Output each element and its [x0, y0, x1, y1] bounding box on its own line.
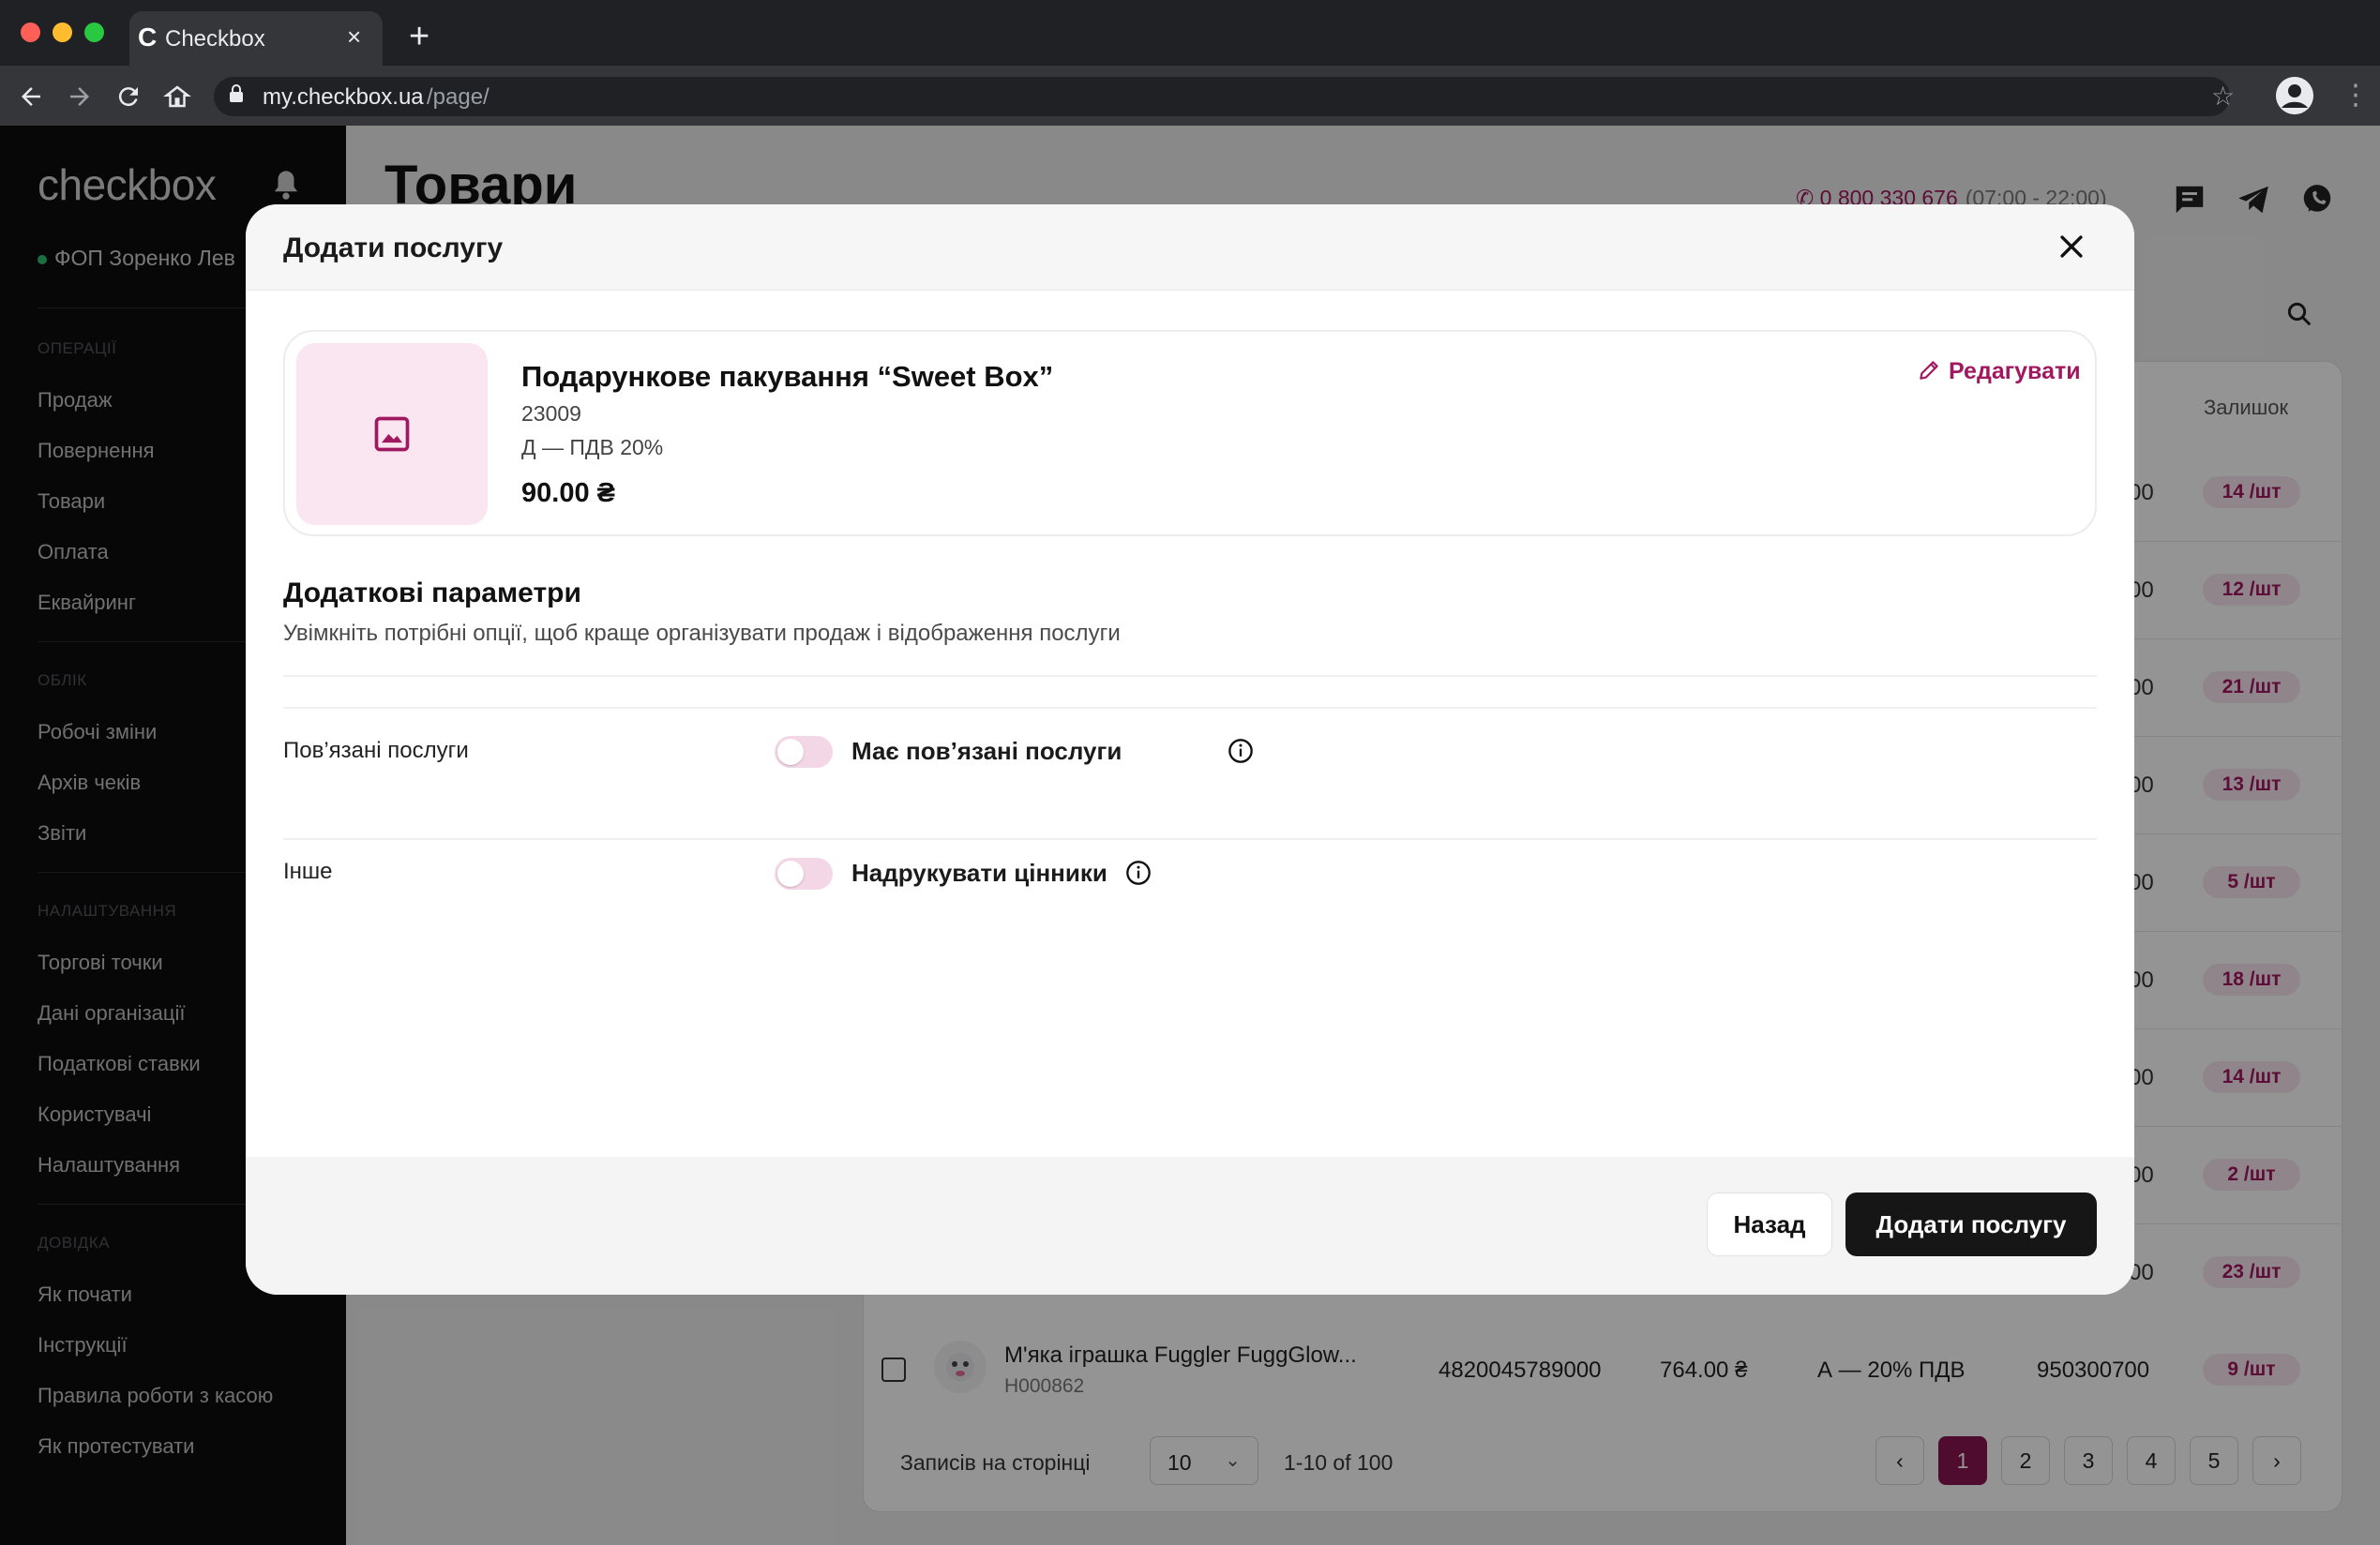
- tab-favicon-icon: C: [138, 22, 158, 52]
- info-icon[interactable]: [1228, 738, 1254, 764]
- modal-header: Додати послугу: [246, 204, 2134, 291]
- option-label-other: Інше: [283, 859, 333, 884]
- info-icon[interactable]: [1125, 860, 1152, 886]
- section-title: Додаткові параметри: [283, 578, 581, 608]
- url-path: /page/: [427, 84, 490, 110]
- image-icon: [374, 416, 410, 452]
- window-zoom-dot[interactable]: [84, 22, 104, 42]
- product-name: Подарункове пакування “Sweet Box”: [521, 360, 1054, 393]
- print-price-tags-toggle[interactable]: [775, 858, 833, 890]
- reload-icon[interactable]: [114, 82, 143, 111]
- divider: [283, 675, 2097, 677]
- new-tab-icon[interactable]: +: [409, 17, 429, 57]
- profile-avatar-icon[interactable]: [2276, 77, 2313, 114]
- browser-menu-icon[interactable]: ⋮: [2342, 79, 2370, 112]
- edit-button[interactable]: Редагувати: [1917, 358, 2081, 390]
- section-description: Увімкніть потрібні опції, щоб краще орга…: [283, 621, 1121, 646]
- lock-icon: [230, 84, 243, 102]
- back-arrow-icon[interactable]: [17, 82, 45, 111]
- product-code: 23009: [521, 401, 581, 426]
- window-minimize-dot[interactable]: [53, 22, 72, 42]
- back-button[interactable]: Назад: [1707, 1192, 1832, 1256]
- tab-title: Checkbox: [165, 26, 265, 52]
- option-label-related-services: Пов’язані послуги: [283, 738, 469, 763]
- divider: [283, 838, 2097, 840]
- modal-title: Додати послугу: [283, 232, 504, 263]
- address-bar[interactable]: [214, 77, 2230, 116]
- bookmark-star-icon[interactable]: ☆: [2211, 81, 2235, 112]
- divider: [283, 707, 2097, 709]
- add-service-modal: Додати послугу Подарункове пакування “Sw…: [246, 204, 2134, 1295]
- related-services-toggle-label[interactable]: Має пов’язані послуги: [851, 737, 1122, 766]
- related-services-toggle[interactable]: [775, 736, 833, 768]
- forward-arrow-icon[interactable]: [66, 82, 94, 111]
- add-service-button[interactable]: Додати послугу: [1845, 1192, 2097, 1256]
- url-host: my.checkbox.ua: [263, 84, 424, 110]
- print-price-tags-toggle-label[interactable]: Надрукувати цінники: [851, 859, 1107, 888]
- product-card: Подарункове пакування “Sweet Box” 23009 …: [283, 330, 2097, 536]
- close-icon[interactable]: [2056, 231, 2087, 262]
- modal-footer: Назад Додати послугу: [246, 1157, 2134, 1295]
- product-tax: Д — ПДВ 20%: [521, 435, 664, 459]
- product-price: 90.00 ₴: [521, 478, 615, 508]
- home-icon[interactable]: [163, 82, 191, 111]
- product-image-placeholder: [296, 343, 488, 525]
- window-close-dot[interactable]: [21, 22, 40, 42]
- pencil-icon: [1920, 361, 1938, 380]
- tab-close-icon[interactable]: ×: [347, 22, 361, 52]
